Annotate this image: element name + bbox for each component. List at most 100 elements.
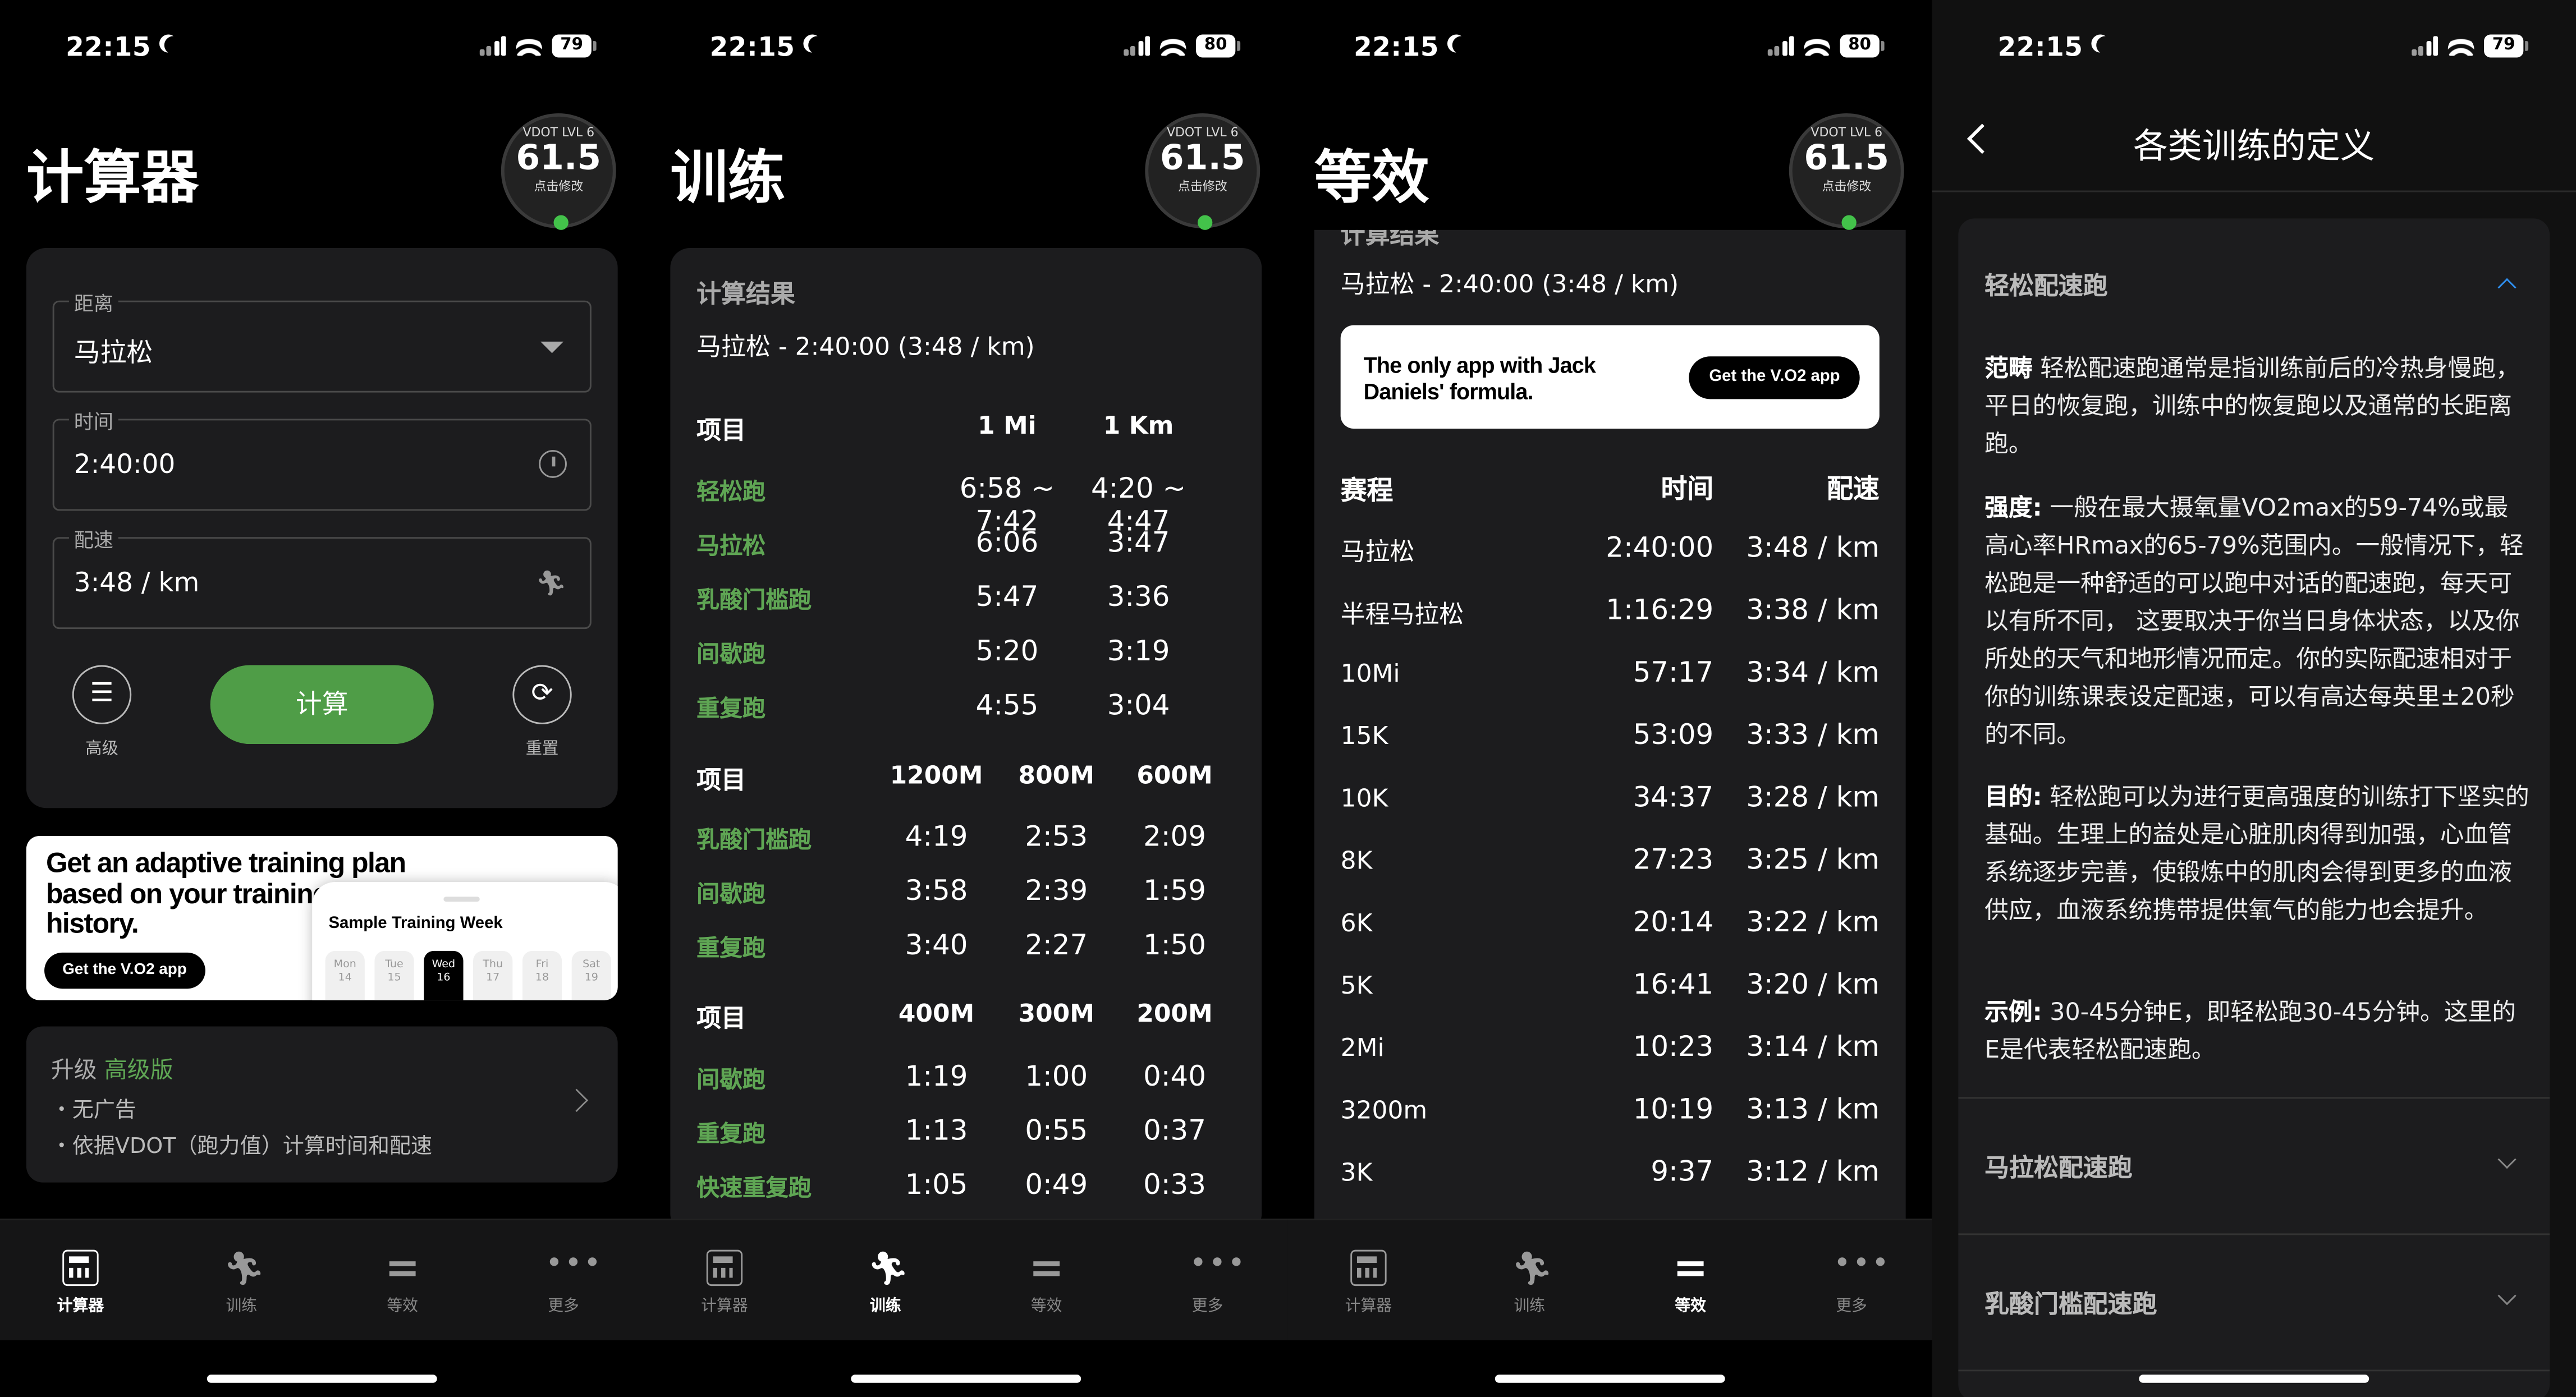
page-title: 等效 [1314,146,1429,212]
home-indicator[interactable] [207,1375,437,1383]
table-row: 10Mi 57:17 3:34 / km [1340,656,1880,690]
tab-calculator[interactable]: 计算器 [644,1220,805,1342]
home-indicator[interactable] [1495,1375,1725,1383]
get-app-button[interactable]: Get the V.O2 app [1689,356,1860,399]
table-row: 半程马拉松 1:16:29 3:38 / km [1340,594,1880,629]
tab-training[interactable]: 🏃︎ 训练 [161,1220,322,1342]
table-row: 8K 27:23 3:25 / km [1340,844,1880,877]
reset-button[interactable]: ⟳ [512,665,572,724]
calculator-card: 距离 马拉松 时间 2:40:00 配速 3:48 / km 🏃︎ ☰ 高级 计… [26,248,618,808]
page-title: 各类训练的定义 [2133,126,2375,166]
signal-icon [2410,36,2439,56]
home-indicator[interactable] [851,1375,1081,1383]
table-row: 重复跑 3:40 2:27 1:50 [696,929,1206,963]
tab-training[interactable]: 🏃︎ 训练 [805,1220,966,1342]
table-row: 乳酸门槛跑 4:19 2:53 2:09 [696,821,1206,854]
table-row: 快速重复跑 1:05 0:49 0:33 [696,1169,1206,1202]
day-chip-selected: Wed 16 [424,950,464,1000]
wifi-icon [516,36,543,56]
wifi-icon [2447,36,2474,56]
day-chip: Sat 19 [571,950,611,1000]
dropdown-arrow-icon [540,341,564,353]
chevron-down-icon[interactable] [2497,1286,2517,1306]
distance-select[interactable]: 距离 马拉松 [52,289,592,393]
table-header: 赛程 时间 配速 [1340,473,1880,506]
calculator-icon [706,1249,743,1286]
table-row: 10K 34:37 3:28 / km [1340,782,1880,815]
tab-calculator[interactable]: 计算器 [1288,1220,1449,1342]
more-icon: ••• [1189,1246,1247,1281]
tab-more[interactable]: ••• 更多 [1127,1220,1288,1342]
chevron-down-icon[interactable] [2497,1150,2517,1169]
equals-icon [1028,1250,1064,1286]
refresh-icon: ⟳ [531,677,553,708]
table-row: 间歇跑 5:20 3:19 [696,635,1170,669]
home-indicator[interactable] [2139,1375,2369,1383]
moon-icon [808,36,826,54]
tab-more[interactable]: ••• 更多 [1771,1220,1932,1342]
more-icon: ••• [545,1246,603,1281]
equals-icon [1672,1250,1708,1286]
vdot-badge[interactable]: VDOT LVL 6 61.5 点击修改 [1145,113,1261,230]
more-icon: ••• [1833,1246,1891,1281]
table-row: 6K 20:14 3:22 / km [1340,906,1880,940]
vdot-badge[interactable]: VDOT LVL 6 61.5 点击修改 [1789,113,1904,230]
tab-bar: 计算器 🏃︎ 训练 等效 ••• 更多 [1287,1219,1932,1342]
tab-equivalent[interactable]: 等效 [1610,1220,1771,1342]
vdot-badge[interactable]: VDOT LVL 6 61.5 点击修改 [501,113,616,230]
tab-more[interactable]: ••• 更多 [483,1220,644,1342]
get-app-button[interactable]: Get the V.O2 app [44,952,205,989]
page-title: 训练 [670,146,786,212]
upgrade-card[interactable]: 升级 高级版 ・无广告 ・依据VDOT（跑力值）计算时间和配速 [26,1026,618,1183]
chevron-up-icon[interactable] [2497,278,2517,297]
ad-banner[interactable]: Get an adaptive training plan based on y… [26,835,618,1000]
tab-calculator[interactable]: 计算器 [0,1220,161,1342]
section-easy-pace[interactable]: 轻松配速跑 [1984,268,2108,302]
result-summary: 马拉松 - 2:40:00 (3:48 / km) [696,332,1035,362]
advanced-button[interactable]: ☰ [72,665,132,724]
tab-equivalent[interactable]: 等效 [322,1220,483,1342]
running-fast-icon: 🏃︎ [535,568,567,598]
status-bar: 22:15 80 [1288,0,1932,95]
table-row: 重复跑 4:55 3:04 [696,690,1170,723]
page-title: 计算器 [26,146,199,212]
table-row: 间歇跑 1:19 1:00 0:40 [696,1061,1206,1094]
chevron-right-icon [565,1088,589,1112]
table-row: 15K 53:09 3:33 / km [1340,719,1880,752]
table-row: 轻松跑 6:58 ~ 7:42 4:20 ~ 4:47 [696,473,1186,539]
status-bar: 22:15 79 [1932,0,2575,95]
moon-icon [2096,36,2114,54]
tab-training[interactable]: 🏃︎ 训练 [1449,1220,1610,1342]
table-row: 乳酸门槛跑 5:47 3:36 [696,581,1170,614]
battery-icon: 79 [552,34,597,58]
para-intensity: 强度: 一般在最大摄氧量VO2max的59-74%或最高心率HRmax的65-7… [1984,494,2524,749]
status-bar: 22:15 80 [644,0,1287,95]
wifi-icon [1159,36,1186,56]
table-row: 3K 9:37 3:12 / km [1340,1156,1880,1189]
day-chip: Tue 15 [374,950,414,1000]
table-header: 项目 1 Mi 1 Km [696,410,1174,445]
table-row: 2Mi 10:23 3:14 / km [1340,1031,1880,1064]
table-header: 项目 1200M 800M 600M [696,760,1213,795]
tab-bar: 计算器 🏃︎ 训练 等效 ••• 更多 [0,1219,644,1340]
calculate-button[interactable]: 计算 [210,665,434,745]
tab-equivalent[interactable]: 等效 [966,1220,1127,1342]
battery-icon: 80 [1840,34,1885,58]
moon-icon [1452,36,1470,54]
section-threshold-pace[interactable]: 乳酸门槛配速跑 [1984,1286,2157,1320]
pace-field[interactable]: 配速 3:48 / km 🏃︎ [52,525,592,629]
advanced-label: 高级 [85,741,118,759]
ad-banner[interactable]: The only app with Jack Daniels' formula.… [1340,325,1880,429]
status-dot [1197,215,1213,230]
equals-icon [384,1250,420,1286]
time-field[interactable]: 时间 2:40:00 [52,407,592,511]
status-time: 22:15 [66,31,182,63]
signal-icon [1122,36,1151,56]
training-screen: 22:15 80 训练 VDOT LVL 6 61.5 点击修改 计算结果 马拉松 … [644,0,1288,1397]
result-card: 计算结果 马拉松 - 2:40:00 (3:48 / km) 项目 1 Mi 1 K… [670,248,1262,1234]
day-chip: Thu 17 [473,950,513,1000]
running-icon: 🏃︎ [1511,1248,1553,1288]
section-marathon-pace[interactable]: 马拉松配速跑 [1984,1150,2133,1184]
app-preview: Sample Training Week Mon 14 Tue 15 Wed 16 T… [312,881,618,1000]
calculator-icon [62,1249,99,1286]
